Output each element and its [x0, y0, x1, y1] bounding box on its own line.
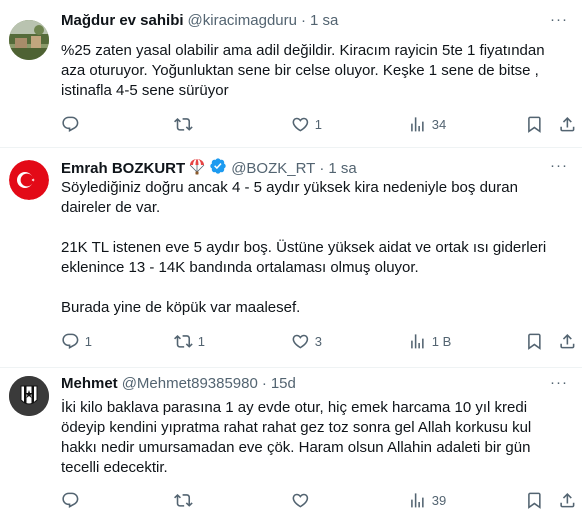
tweet-text: İki kilo baklava parasına 1 ay evde otur…	[61, 398, 566, 478]
avatar[interactable]	[9, 376, 49, 416]
separator-dot: ·	[319, 160, 325, 177]
retweet-button[interactable]	[174, 114, 198, 134]
like-count: 3	[314, 333, 322, 349]
views-count: 39	[431, 492, 447, 508]
club-crest-icon	[9, 376, 49, 416]
tweet-text: %25 zaten yasal olabilir ama adil değild…	[61, 41, 566, 101]
landscape-photo-icon	[9, 20, 49, 60]
author-handle[interactable]: @kiracimagduru	[188, 11, 297, 31]
retweet-button[interactable]	[174, 490, 198, 510]
share-icon	[560, 116, 575, 132]
author-name[interactable]: Mağdur ev sahibi	[61, 11, 184, 31]
more-options-icon[interactable]: ···	[550, 157, 568, 174]
like-count: 1	[314, 116, 322, 132]
views-button[interactable]: 1 B	[408, 331, 451, 351]
avatar[interactable]	[9, 20, 49, 60]
retweet-icon	[174, 334, 193, 348]
views-count: 34	[431, 116, 447, 132]
author-name[interactable]: Emrah BOZKURT	[61, 159, 185, 179]
avatar[interactable]	[9, 160, 49, 200]
share-button[interactable]	[558, 490, 577, 510]
views-button[interactable]: 34	[408, 114, 446, 134]
action-bar: 1 1 3 1 B	[61, 331, 576, 351]
share-button[interactable]	[558, 114, 577, 134]
retweet-icon	[174, 493, 193, 507]
reply-icon	[62, 492, 79, 508]
tweet[interactable]: Mehmet @Mehmet89385980 · 15d ··· İki kil…	[0, 368, 582, 515]
timestamp[interactable]: 1 sa	[310, 11, 338, 31]
bookmark-button[interactable]	[525, 331, 544, 351]
tweet-paragraph: Söylediğiniz doğru ancak 4 - 5 aydır yük…	[61, 179, 518, 216]
tweet-paragraph: %25 zaten yasal olabilir ama adil değild…	[61, 42, 545, 99]
author-handle[interactable]: @BOZK_RT	[231, 159, 315, 179]
share-icon	[560, 492, 575, 508]
like-button[interactable]: 1	[291, 114, 322, 134]
bookmark-icon	[528, 333, 541, 350]
share-icon	[560, 333, 575, 349]
author-name[interactable]: Mehmet	[61, 374, 118, 394]
views-count: 1 B	[431, 333, 452, 349]
separator-dot: ·	[300, 12, 306, 29]
reply-icon	[62, 116, 79, 132]
timestamp[interactable]: 15d	[271, 374, 296, 394]
heart-icon	[292, 117, 309, 132]
views-button[interactable]: 39	[408, 490, 446, 510]
reply-icon	[62, 333, 79, 349]
author-handle[interactable]: @Mehmet89385980	[122, 374, 258, 394]
analytics-icon	[411, 116, 424, 132]
reply-button[interactable]	[61, 490, 85, 510]
retweet-button[interactable]: 1	[174, 331, 205, 351]
separator-dot: ·	[261, 375, 267, 392]
reply-count: 1	[84, 333, 92, 349]
bookmark-button[interactable]	[525, 490, 544, 510]
more-options-icon[interactable]: ···	[550, 374, 568, 391]
tweet-paragraph: İki kilo baklava parasına 1 ay evde otur…	[61, 399, 532, 476]
retweet-icon	[174, 117, 193, 131]
tweet-paragraph: 21K TL istenen eve 5 aydır boş. Üstüne y…	[61, 239, 547, 276]
reply-button[interactable]	[61, 114, 85, 134]
bookmark-icon	[528, 492, 541, 509]
like-button[interactable]: 3	[291, 331, 322, 351]
tweet[interactable]: Mağdur ev sahibi @kiracimagduru · 1 sa ·…	[0, 0, 582, 148]
reply-button[interactable]: 1	[61, 331, 92, 351]
like-button[interactable]	[291, 490, 315, 510]
bookmark-button[interactable]	[525, 114, 544, 134]
tweet-paragraph: Burada yine de köpük var maalesef.	[61, 299, 301, 316]
share-button[interactable]	[558, 331, 577, 351]
bookmark-icon	[528, 116, 541, 133]
retweet-count: 1	[197, 333, 205, 349]
tweet-text: Söylediğiniz doğru ancak 4 - 5 aydır yük…	[61, 178, 566, 318]
analytics-icon	[411, 333, 424, 349]
analytics-icon	[411, 492, 424, 508]
heart-icon	[292, 493, 309, 508]
turkish-flag-icon	[9, 160, 49, 200]
heart-icon	[292, 334, 309, 349]
action-bar: 1 34	[61, 114, 576, 134]
timestamp[interactable]: 1 sa	[328, 159, 356, 179]
action-bar: 39	[61, 490, 576, 510]
tweet[interactable]: Emrah BOZKURT @BOZK_RT · 1 sa ··· Söyled…	[0, 148, 582, 368]
more-options-icon[interactable]: ···	[550, 11, 568, 28]
